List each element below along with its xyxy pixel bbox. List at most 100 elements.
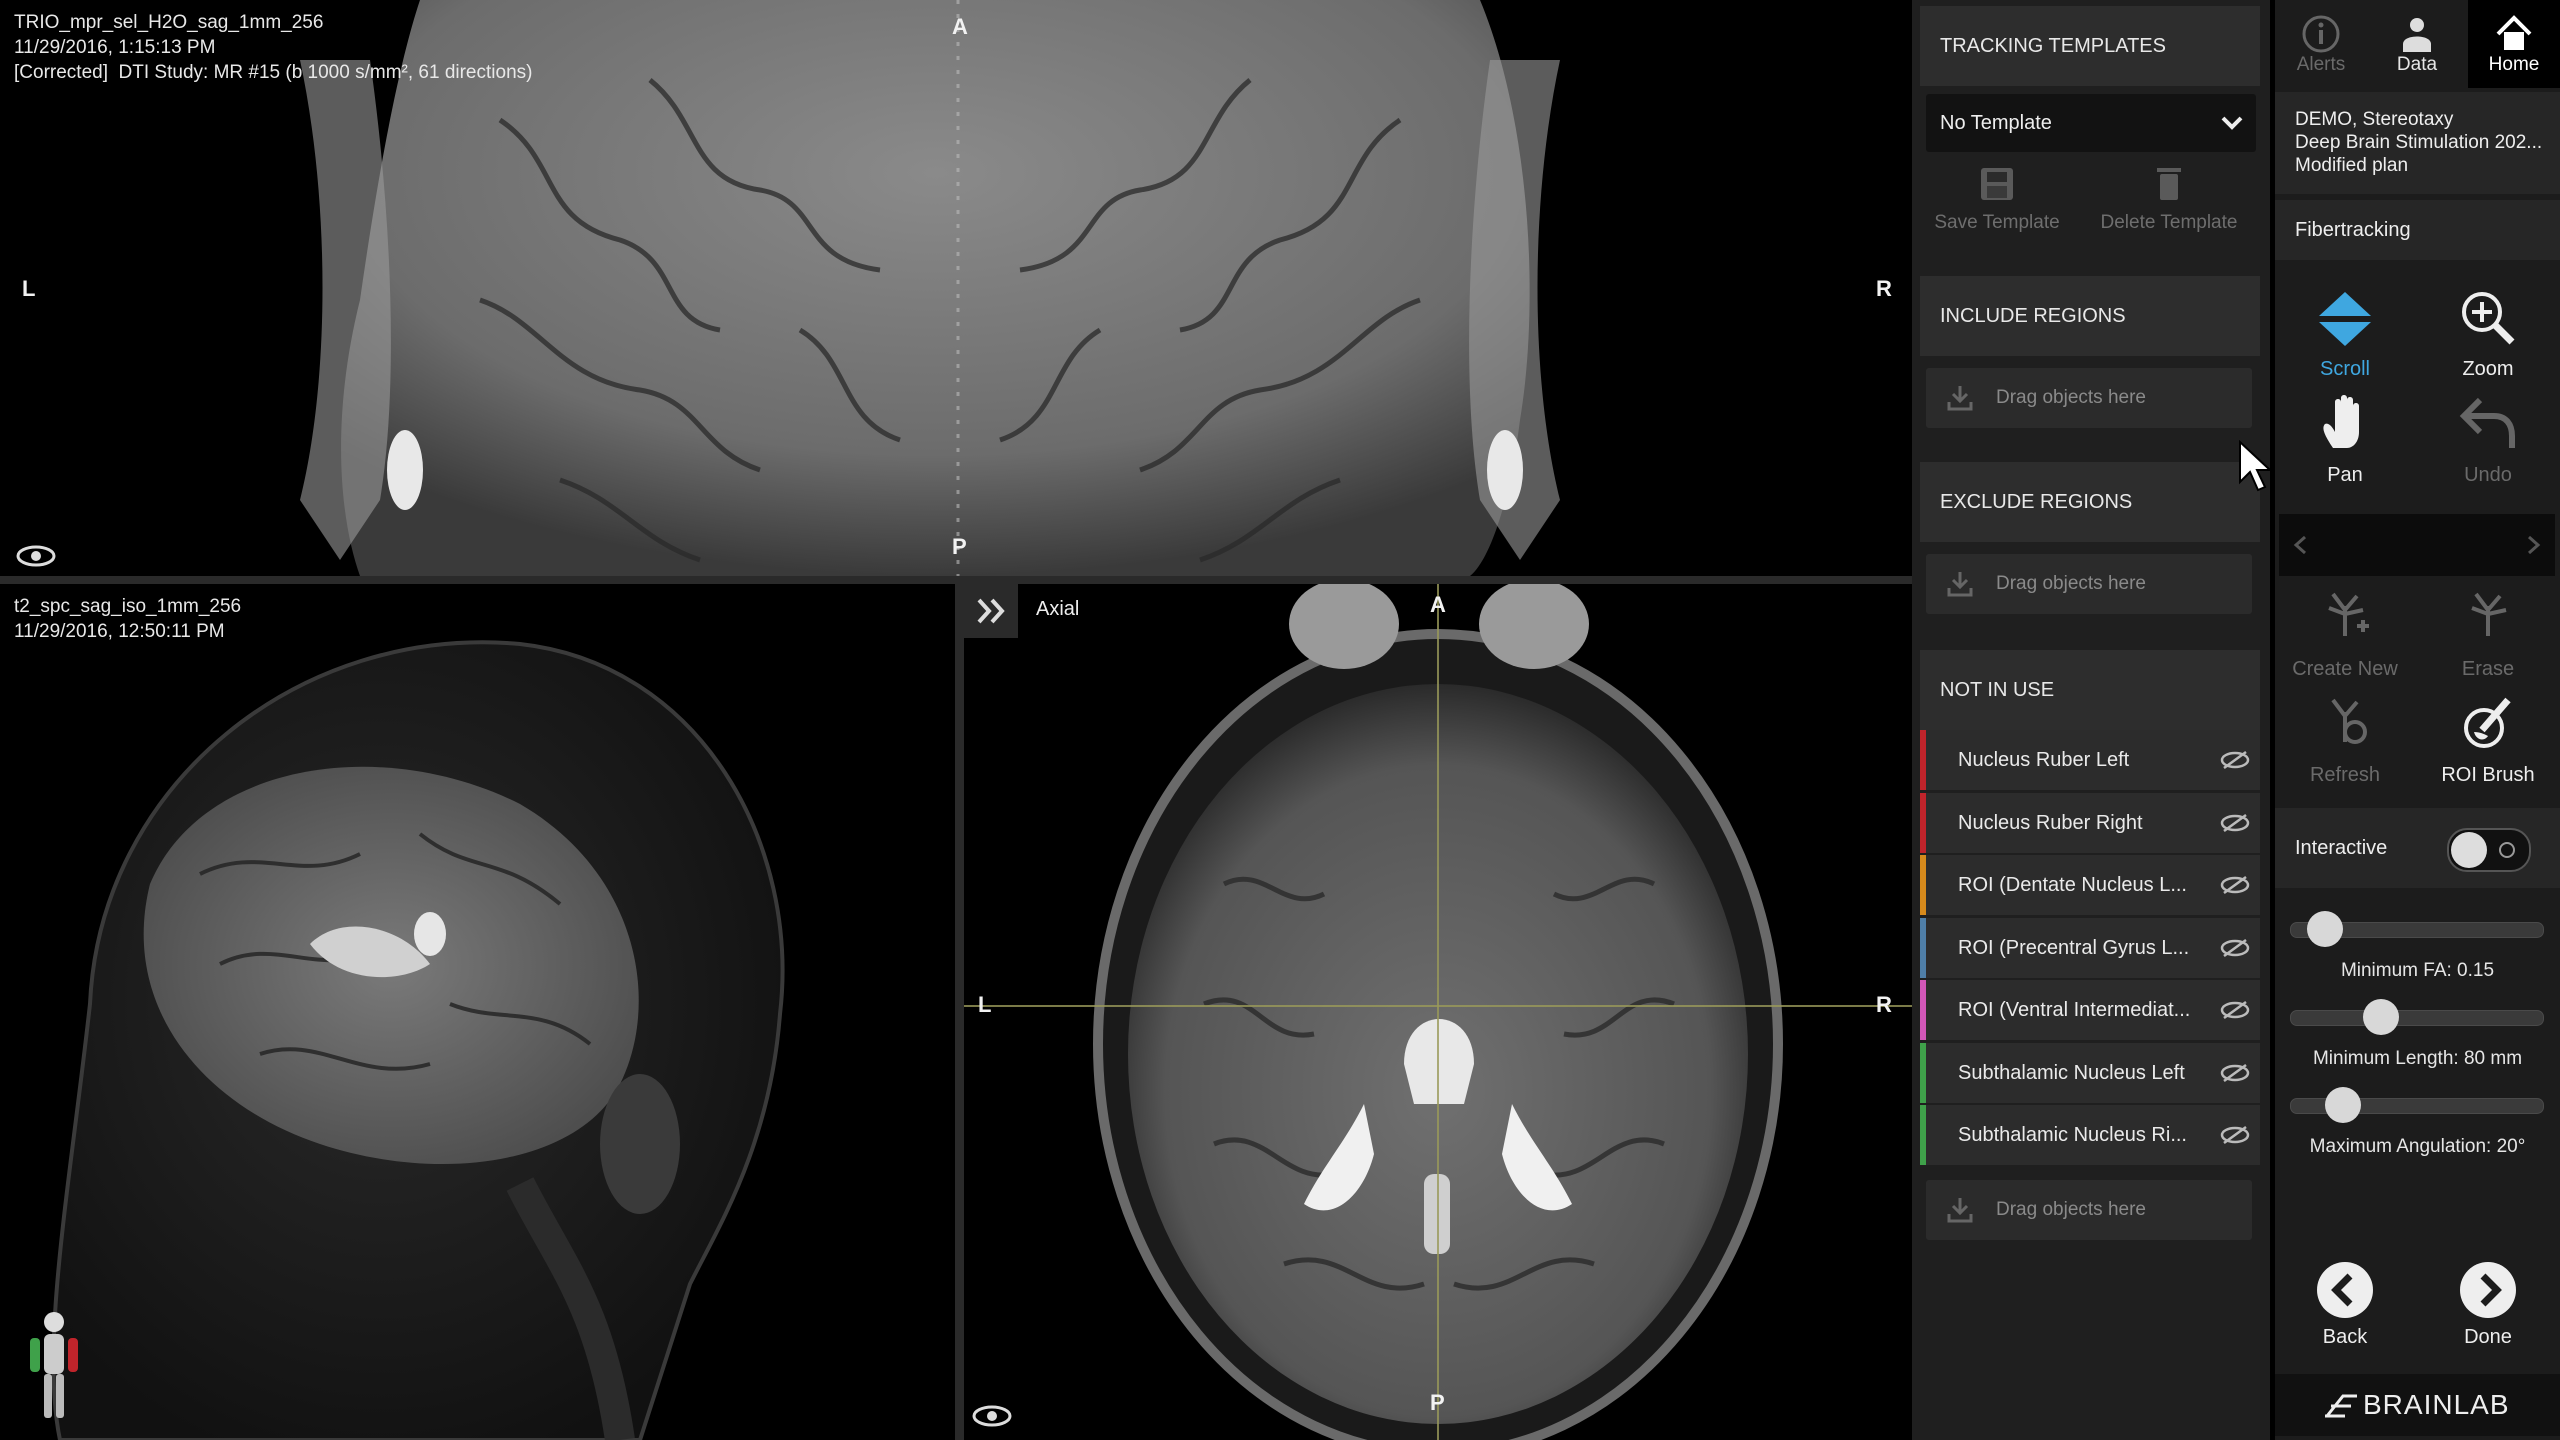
patient-info: DEMO, Stereotaxy Deep Brain Stimulation …: [2275, 92, 2560, 194]
plan-name: Deep Brain Stimulation 202...: [2295, 132, 2543, 153]
roi-list-item[interactable]: Subthalamic Nucleus Left: [1920, 1042, 2260, 1103]
expand-panel-button[interactable]: [964, 584, 1018, 638]
patient-orientation-figure-icon: [30, 1312, 78, 1418]
home-button[interactable]: Home: [2468, 0, 2560, 88]
axial-mri-image: [964, 584, 1912, 1440]
exclude-regions-dropzone[interactable]: Drag objects here: [1926, 554, 2252, 614]
slider-knob[interactable]: [2363, 999, 2399, 1035]
exclude-regions-header: EXCLUDE REGIONS: [1920, 462, 2260, 542]
visibility-hidden-icon[interactable]: [2220, 1000, 2250, 1020]
viewport-divider: [0, 576, 1912, 584]
roi-list-item[interactable]: ROI (Dentate Nucleus L...: [1920, 855, 2260, 915]
roi-list-item[interactable]: Subthalamic Nucleus Ri...: [1920, 1105, 2260, 1165]
view-orientation-icon[interactable]: [14, 540, 58, 568]
roi-color-indicator: [1920, 1105, 1926, 1165]
roi-label: ROI (Ventral Intermediat...: [1958, 999, 2191, 1021]
trash-icon: [2157, 168, 2181, 200]
tracking-templates-header: TRACKING TEMPLATES: [1920, 6, 2260, 86]
visibility-hidden-icon[interactable]: [2220, 750, 2250, 770]
orient-anterior: A: [952, 14, 968, 39]
brand-bar: BRAINLAB: [2275, 1374, 2560, 1436]
pan-tool-button[interactable]: Pan: [2275, 386, 2415, 491]
roi-list-item[interactable]: Nucleus Ruber Right: [1920, 792, 2260, 853]
3d-viewport[interactable]: t2_spc_sag_iso_1mm_256 11/29/2016, 12:50…: [0, 584, 955, 1440]
create-new-button[interactable]: Create New: [2275, 580, 2415, 685]
mouse-cursor-icon: [2239, 440, 2272, 492]
back-button[interactable]: Back: [2275, 1250, 2415, 1365]
erase-button[interactable]: Erase: [2418, 580, 2558, 685]
interactive-toggle-row: Interactive: [2275, 808, 2560, 888]
roi-list-item[interactable]: Nucleus Ruber Left: [1920, 730, 2260, 790]
zoom-tool-button[interactable]: Zoom: [2418, 280, 2558, 385]
toggle-off-indicator: [2499, 842, 2515, 858]
roi-label: Nucleus Ruber Left: [1958, 749, 2130, 771]
undo-button[interactable]: Undo: [2418, 386, 2558, 491]
visibility-hidden-icon[interactable]: [2220, 938, 2250, 958]
tool-panel: Alerts Data Home DEMO, Stereotaxy Deep B…: [2275, 0, 2560, 1440]
orient-anterior: A: [1430, 592, 1446, 617]
undo-arrow-icon: [2459, 397, 2515, 448]
visibility-hidden-icon[interactable]: [2220, 875, 2250, 895]
min-fa-slider[interactable]: [2290, 911, 2544, 947]
series-name: t2_spc_sag_iso_1mm_256: [14, 596, 242, 617]
save-template-button[interactable]: Save Template: [1912, 160, 2082, 240]
template-select[interactable]: No Template: [1926, 94, 2256, 152]
max-angulation-slider[interactable]: [2290, 1087, 2544, 1123]
brainlab-logo-icon: [2325, 1394, 2357, 1418]
done-button[interactable]: Done: [2418, 1250, 2558, 1365]
include-regions-header: INCLUDE REGIONS: [1920, 276, 2260, 356]
hand-icon: [2323, 395, 2359, 448]
scroll-tool-button[interactable]: Scroll: [2275, 280, 2415, 385]
interactive-toggle[interactable]: [2447, 828, 2531, 872]
chevron-right-icon[interactable]: [2523, 534, 2543, 556]
save-icon: [1981, 168, 2013, 200]
orient-posterior: P: [1430, 1390, 1445, 1415]
not-in-use-header: NOT IN USE: [1920, 650, 2260, 730]
roi-brush-button[interactable]: ROI Brush: [2418, 686, 2558, 791]
orient-left: L: [978, 992, 992, 1017]
coronal-mri-image: [300, 0, 1560, 576]
not-in-use-dropzone[interactable]: Drag objects here: [1926, 1180, 2252, 1240]
series-date: 11/29/2016, 1:15:13 PM: [14, 37, 216, 58]
download-tray-icon: [1947, 1198, 1973, 1223]
orient-left: L: [22, 276, 36, 301]
interactive-label: Interactive: [2295, 837, 2388, 859]
view-orientation-icon[interactable]: [970, 1400, 1014, 1428]
delete-template-button[interactable]: Delete Template: [2084, 160, 2254, 240]
chevron-left-icon[interactable]: [2291, 534, 2311, 556]
visibility-hidden-icon[interactable]: [2220, 1125, 2250, 1145]
refresh-button[interactable]: Refresh: [2275, 686, 2415, 791]
bottom-left-viewport-info: t2_spc_sag_iso_1mm_256 11/29/2016, 12:50…: [14, 594, 241, 644]
viewport-divider: [955, 584, 964, 1440]
save-template-label: Save Template: [1934, 212, 2060, 233]
roi-label: ROI (Precentral Gyrus L...: [1958, 936, 2190, 959]
roi-color-indicator: [1920, 730, 1926, 790]
slider-knob[interactable]: [2325, 1087, 2361, 1123]
roi-color-indicator: [1920, 1042, 1926, 1103]
visibility-hidden-icon[interactable]: [2220, 1063, 2250, 1083]
done-arrow-icon: [2460, 1262, 2516, 1318]
top-viewport[interactable]: TRIO_mpr_sel_H2O_sag_1mm_256 11/29/2016,…: [0, 0, 1912, 576]
top-viewport-info: TRIO_mpr_sel_H2O_sag_1mm_256 11/29/2016,…: [14, 10, 532, 85]
roi-label: ROI (Dentate Nucleus L...: [1958, 874, 2187, 896]
slider-knob[interactable]: [2307, 911, 2343, 947]
module-title: Fibertracking: [2295, 219, 2411, 241]
sagittal-head-render: [51, 640, 785, 1440]
erase-fiber-icon: [2471, 592, 2507, 636]
brand-name: BRAINLAB: [2363, 1389, 2510, 1420]
max-angulation-label: Maximum Angulation: 20°: [2309, 1136, 2526, 1157]
visibility-hidden-icon[interactable]: [2220, 813, 2250, 833]
roi-list-item[interactable]: ROI (Ventral Intermediat...: [1920, 980, 2260, 1040]
alerts-button[interactable]: Alerts: [2275, 0, 2367, 88]
viewport-label: Axial: [1036, 598, 1080, 620]
back-arrow-icon: [2317, 1262, 2373, 1318]
min-length-slider[interactable]: [2290, 999, 2544, 1035]
object-pager: [2279, 514, 2555, 576]
chevron-down-icon: [2221, 116, 2243, 130]
series-study: [Corrected] DTI Study: MR #15 (b 1000 s/…: [14, 62, 533, 83]
roi-list-item[interactable]: ROI (Precentral Gyrus L...: [1920, 917, 2260, 978]
include-regions-dropzone[interactable]: Drag objects here: [1926, 368, 2252, 428]
patient-name: DEMO, Stereotaxy: [2295, 109, 2454, 130]
axial-viewport[interactable]: Axial A P L R: [964, 584, 1912, 1440]
data-button[interactable]: Data: [2371, 0, 2463, 88]
